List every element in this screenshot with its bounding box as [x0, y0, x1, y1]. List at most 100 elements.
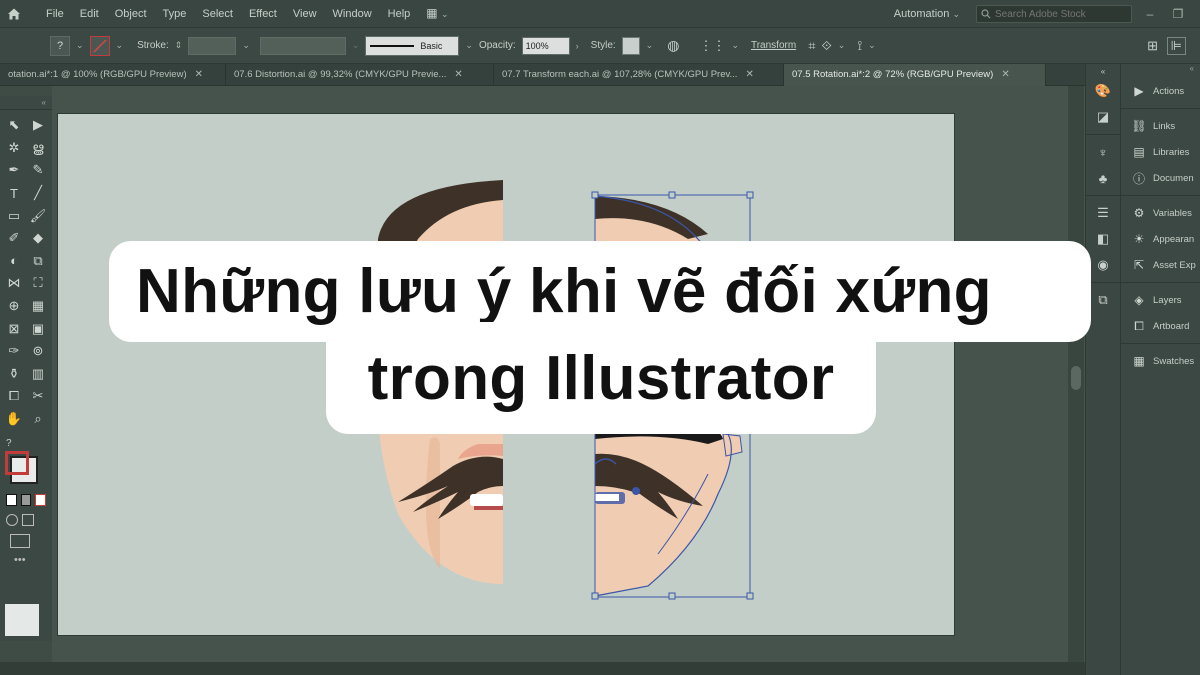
opacity-label[interactable]: Opacity: — [479, 40, 516, 51]
none-icon[interactable] — [35, 494, 47, 507]
panel-artboards[interactable]: ⧠ Artboard — [1121, 313, 1200, 339]
close-icon[interactable]: ✕ — [195, 69, 203, 80]
menu-edit[interactable]: Edit — [72, 0, 107, 28]
column-graph-icon[interactable]: ▥ — [26, 363, 50, 386]
stock-search[interactable] — [976, 5, 1132, 23]
paintbrush-icon[interactable]: 🖌 — [26, 204, 50, 227]
scale-tool-icon[interactable]: ⧉ — [26, 250, 50, 273]
chevron-down-icon[interactable]: ⌄ — [646, 40, 654, 51]
blend-tool-icon[interactable]: ⊚ — [26, 340, 50, 363]
menu-object[interactable]: Object — [107, 0, 155, 28]
panel-layers[interactable]: ◈ Layers — [1121, 287, 1200, 313]
stroke-swatch[interactable] — [5, 451, 29, 476]
symbol-sprayer-icon[interactable]: ⚱ — [2, 363, 26, 386]
free-transform-icon[interactable]: ⛶ — [26, 272, 50, 295]
menu-select[interactable]: Select — [194, 0, 241, 28]
draw-normal-icon[interactable] — [6, 514, 18, 527]
color-guide-icon[interactable]: 🎨 — [1086, 78, 1120, 104]
eyedropper-icon[interactable]: ✑ — [2, 340, 26, 363]
shape-builder-icon[interactable]: ⊕ — [2, 295, 26, 318]
stroke-color-swatch[interactable] — [89, 35, 110, 56]
close-icon[interactable]: ✕ — [1001, 69, 1009, 80]
gradient-tool-icon[interactable]: ▣ — [26, 317, 50, 340]
brushes-icon[interactable]: ♆ — [1086, 139, 1120, 165]
zoom-tool-icon[interactable]: ⌕ — [26, 408, 50, 431]
menu-window[interactable]: Window — [325, 0, 380, 28]
menu-file[interactable]: File — [38, 0, 72, 28]
line-tool-icon[interactable]: ╱ — [26, 182, 50, 205]
stroke-panel-icon[interactable]: ☰ — [1086, 200, 1120, 226]
search-input[interactable] — [995, 8, 1115, 20]
pathfinder-icon[interactable]: ⧉ — [1086, 287, 1120, 313]
tab-distortion[interactable]: 07.6 Distortion.ai @ 99,32% (CMYK/GPU Pr… — [226, 63, 494, 86]
panel-actions[interactable]: ▶ Actions — [1121, 78, 1200, 104]
tab-rotation-1[interactable]: otation.ai*:1 @ 100% (RGB/GPU Preview) ✕ — [0, 63, 226, 86]
eraser-icon[interactable]: ◆ — [26, 227, 50, 250]
vertical-scrollbar[interactable] — [1068, 86, 1084, 662]
close-icon[interactable]: ✕ — [745, 69, 753, 80]
draw-behind-icon[interactable] — [22, 514, 34, 527]
workspace-switcher[interactable]: Automation ⌄ — [886, 0, 968, 28]
symbols-icon[interactable]: ♣ — [1086, 165, 1120, 191]
stroke-weight-field[interactable] — [188, 36, 237, 55]
fill-stroke-widget[interactable]: ? — [0, 434, 52, 492]
selection-tool-icon[interactable]: ⬉ — [2, 114, 26, 137]
panel-swatches[interactable]: ▦ Swatches — [1121, 348, 1200, 374]
graphic-style-swatch[interactable] — [621, 36, 640, 55]
scroll-thumb[interactable] — [1071, 366, 1081, 390]
minimize-button[interactable]: – — [1140, 4, 1160, 24]
width-tool-icon[interactable]: ⋈ — [2, 272, 26, 295]
panel-variables[interactable]: ⚙ Variables — [1121, 200, 1200, 226]
tab-transform-each[interactable]: 07.7 Transform each.ai @ 107,28% (CMYK/G… — [494, 63, 784, 86]
arrange-icon[interactable]: ⊞ — [1147, 38, 1158, 54]
chevron-down-icon[interactable]: ⌄ — [868, 40, 876, 51]
gradient-panel-icon[interactable]: ◪ — [1086, 104, 1120, 130]
opacity-field[interactable]: 100% — [521, 36, 570, 55]
perspective-grid-icon[interactable]: ▦ — [26, 295, 50, 318]
collapse-icon[interactable]: « — [1121, 64, 1200, 78]
chevron-down-icon[interactable]: ⌄ — [242, 40, 250, 51]
panel-links[interactable]: ⛓ Links — [1121, 113, 1200, 139]
curvature-tool-icon[interactable]: ✎ — [26, 159, 50, 182]
slice-tool-icon[interactable]: ✂ — [26, 385, 50, 408]
menu-help[interactable]: Help — [380, 0, 419, 28]
align-icon[interactable]: ⋮⋮ — [699, 38, 725, 54]
panel-libraries[interactable]: ▤ Libraries — [1121, 139, 1200, 165]
direct-selection-tool-icon[interactable]: ▶ — [26, 114, 50, 137]
default-colors-icon[interactable]: ? — [6, 438, 12, 449]
recolor-artwork-icon[interactable]: ◍ — [667, 37, 679, 54]
magic-wand-icon[interactable]: ✲ — [2, 137, 26, 160]
arrange-documents-icon[interactable]: ▦ ⌄ — [418, 0, 456, 28]
lasso-icon[interactable]: ൠ — [26, 137, 50, 160]
mesh-tool-icon[interactable]: ⊠ — [2, 317, 26, 340]
screen-mode-icon[interactable] — [10, 534, 30, 549]
fill-color-swatch[interactable]: ? — [50, 35, 70, 56]
hand-tool-icon[interactable]: ✋ — [2, 408, 26, 431]
menu-effect[interactable]: Effect — [241, 0, 285, 28]
transparency-icon[interactable]: ◧ — [1086, 226, 1120, 252]
close-icon[interactable]: ✕ — [454, 69, 462, 80]
artboard-tool-icon[interactable]: ⧠ — [2, 385, 26, 408]
panel-document-info[interactable]: ⓘ Documen — [1121, 165, 1200, 191]
chevron-down-icon[interactable]: ⌄ — [731, 40, 739, 51]
pen-tool-icon[interactable]: ✒ — [2, 159, 26, 182]
collapse-icon[interactable]: « — [0, 96, 52, 110]
rectangle-tool-icon[interactable]: ▭ — [2, 204, 26, 227]
menu-view[interactable]: View — [285, 0, 325, 28]
tab-rotation-2[interactable]: 07.5 Rotation.ai*:2 @ 72% (RGB/GPU Previ… — [784, 63, 1046, 86]
chevron-right-icon[interactable]: › — [576, 41, 579, 51]
chevron-down-icon[interactable]: ⌄ — [838, 40, 846, 51]
transform-options-icon[interactable]: ⟐ — [822, 38, 832, 54]
chevron-down-icon[interactable]: ⌄ — [116, 40, 124, 51]
brush-definition[interactable]: Basic — [365, 35, 460, 56]
gradient-icon[interactable] — [20, 494, 32, 507]
variable-width-field[interactable] — [259, 36, 346, 55]
isolate-icon[interactable]: ⌗ — [808, 38, 815, 54]
stroke-stepper[interactable]: ⇕ — [175, 40, 183, 51]
panel-menu-icon[interactable]: ⊫ — [1166, 36, 1186, 55]
puppet-warp-icon[interactable]: ⟟ — [857, 38, 862, 54]
menu-type[interactable]: Type — [155, 0, 195, 28]
collapse-icon[interactable]: « — [1086, 64, 1120, 78]
color-icon[interactable] — [6, 494, 17, 507]
home-icon[interactable] — [0, 0, 28, 28]
